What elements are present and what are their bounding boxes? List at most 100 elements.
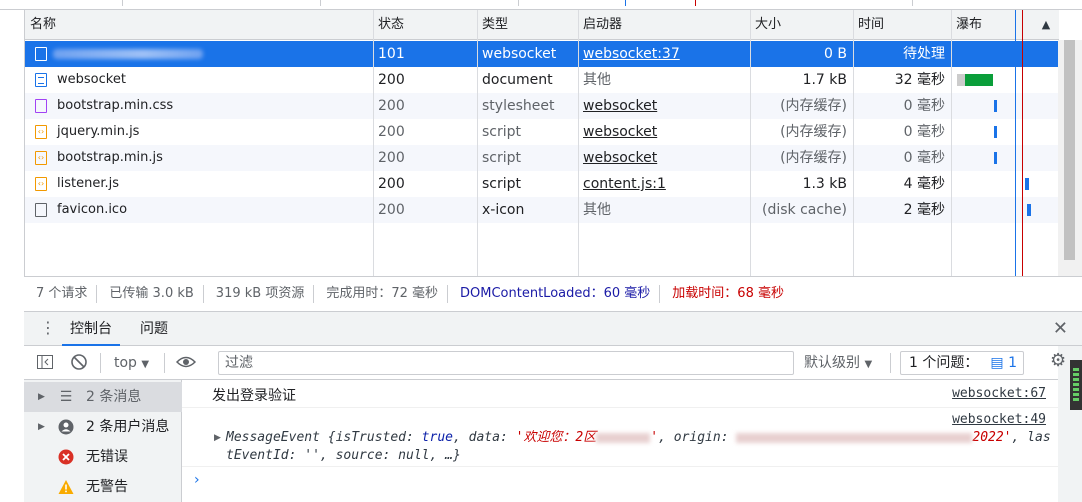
- row-initiator: 其他: [583, 202, 611, 218]
- context-select[interactable]: top ▼: [114, 353, 149, 373]
- row-time: 待处理: [903, 46, 945, 62]
- column-header-type[interactable]: 类型: [477, 10, 578, 40]
- filter-input[interactable]: 过滤: [218, 351, 794, 375]
- object-prefix: MessageEvent {isTrusted:: [226, 430, 422, 445]
- load-marker: [1022, 10, 1023, 276]
- console-messages: 发出登录验证 websocket:67 websocket:49 ▶ Messa…: [182, 380, 1058, 502]
- dom-content-loaded-time: DOMContentLoaded：60 毫秒: [448, 284, 661, 303]
- network-summary-bar: 7 个请求 已传输 3.0 kB 319 kB 项资源 完成用时：72 毫秒 DOMCo…: [24, 276, 1082, 312]
- log-levels-dropdown[interactable]: 默认级别 ▼: [804, 353, 872, 373]
- expand-arrow-icon: ▶: [38, 422, 45, 432]
- expand-arrow-icon: ▶: [38, 392, 45, 402]
- data-key: , data:: [452, 430, 516, 445]
- sidebar-item-label: 2 条用户消息: [86, 419, 170, 435]
- script-icon: ‹›: [35, 125, 47, 139]
- script-icon: ‹›: [35, 177, 47, 191]
- sidebar-item-label: 2 条消息: [86, 389, 142, 405]
- row-initiator-link[interactable]: websocket: [578, 119, 750, 145]
- sidebar-item-messages[interactable]: ▶ ☰ 2 条消息: [24, 382, 182, 412]
- list-icon: ☰: [59, 389, 73, 405]
- waterfall-bar: [994, 126, 997, 138]
- console-prompt-icon[interactable]: ›: [194, 472, 200, 488]
- document-icon: [35, 73, 47, 87]
- sidebar-item-warnings[interactable]: 无警告: [24, 472, 182, 502]
- table-row[interactable]: bootstrap.min.css 200 stylesheet websock…: [25, 93, 1059, 119]
- row-type: script: [482, 176, 522, 192]
- redacted-name: [53, 49, 203, 59]
- waterfall-bar: [965, 74, 993, 86]
- issues-button[interactable]: 1 个问题： ▤ 1: [900, 351, 1024, 375]
- dom-content-loaded-marker: [1015, 10, 1016, 276]
- data-value-end: ': [650, 430, 659, 445]
- close-icon[interactable]: ✕: [1053, 318, 1068, 339]
- file-icon: [35, 203, 47, 217]
- row-type: stylesheet: [482, 98, 555, 114]
- table-row[interactable]: 101 websocket websocket:37 0 B 待处理: [25, 41, 1059, 67]
- user-icon: [58, 419, 74, 435]
- column-header-status[interactable]: 状态: [373, 10, 477, 40]
- sort-ascending-icon[interactable]: ▲: [1033, 10, 1059, 40]
- chevron-down-icon: ▼: [864, 359, 873, 370]
- row-size: (内存缓存): [780, 150, 847, 166]
- waterfall-bar: [1027, 204, 1031, 216]
- row-status: 200: [378, 150, 405, 166]
- column-header-time[interactable]: 时间: [853, 10, 951, 40]
- table-row[interactable]: ‹› bootstrap.min.js 200 script websocket…: [25, 145, 1059, 171]
- sidebar-toggle-icon[interactable]: [36, 353, 54, 373]
- row-time: 32 毫秒: [894, 72, 945, 88]
- row-time: 0 毫秒: [903, 98, 945, 114]
- tab-issues[interactable]: 问题: [132, 312, 176, 346]
- console-message[interactable]: websocket:49 ▶ MessageEvent {isTrusted: …: [182, 409, 1058, 467]
- drawer-tabbar: ⋮ 控制台 问题 ✕: [24, 312, 1082, 346]
- network-overview-strip: [0, 0, 1082, 10]
- message-source-link[interactable]: websocket:49: [952, 412, 1046, 427]
- sidebar-item-errors[interactable]: 无错误: [24, 442, 182, 472]
- column-header-initiator[interactable]: 启动器: [578, 10, 750, 40]
- tab-console[interactable]: 控制台: [62, 312, 120, 346]
- issues-badge: ▤ 1: [990, 352, 1017, 374]
- redacted-origin: [736, 432, 973, 443]
- console-sidebar: ▶ ☰ 2 条消息 ▶ 2 条用户消息 无错误 无警告: [24, 380, 182, 502]
- row-size: (内存缓存): [780, 124, 847, 140]
- row-name: bootstrap.min.js: [57, 150, 163, 165]
- message-event-object[interactable]: MessageEvent {isTrusted: true, data: '欢迎…: [226, 429, 1052, 465]
- log-levels-label: 默认级别: [804, 355, 860, 371]
- request-count: 7 个请求: [24, 284, 98, 303]
- table-row[interactable]: ‹› listener.js 200 script content.js:1 1…: [25, 171, 1059, 197]
- row-status: 200: [378, 176, 405, 192]
- row-time: 4 毫秒: [903, 176, 945, 192]
- expand-arrow-icon[interactable]: ▶: [214, 433, 221, 443]
- error-icon: [58, 449, 74, 465]
- transferred-size: 已传输 3.0 kB: [97, 284, 204, 303]
- sidebar-item-user-messages[interactable]: ▶ 2 条用户消息: [24, 412, 182, 442]
- table-scrollbar[interactable]: [1058, 40, 1082, 276]
- clear-console-icon[interactable]: [70, 353, 88, 373]
- waterfall-bar: [1025, 178, 1029, 190]
- row-time: 2 毫秒: [903, 202, 945, 218]
- row-initiator-link[interactable]: content.js:1: [578, 171, 750, 197]
- row-initiator-link[interactable]: websocket: [578, 145, 750, 171]
- live-expression-eye-icon[interactable]: [175, 353, 197, 373]
- origin-key: , origin:: [658, 430, 737, 445]
- network-request-table: 名称 状态 类型 启动器 大小 时间 瀑布 ▲ 101 websocket we…: [24, 10, 1059, 276]
- chat-bubble-icon: ▤: [990, 355, 1004, 371]
- table-row[interactable]: favicon.ico 200 x-icon 其他 (disk cache) 2…: [25, 197, 1059, 223]
- gear-icon[interactable]: ⚙: [1050, 350, 1066, 371]
- row-size: (disk cache): [761, 202, 847, 218]
- script-icon: ‹›: [35, 151, 47, 165]
- row-size: 1.7 kB: [802, 72, 847, 88]
- column-header-name[interactable]: 名称: [25, 10, 373, 40]
- waterfall-bar: [994, 100, 997, 112]
- row-initiator-link[interactable]: websocket:37: [578, 41, 750, 67]
- row-initiator-link[interactable]: websocket: [578, 93, 750, 119]
- table-row[interactable]: websocket 200 document 其他 1.7 kB 32 毫秒: [25, 67, 1059, 93]
- more-options-icon[interactable]: ⋮: [40, 320, 56, 336]
- origin-value-end: 2022': [972, 430, 1012, 445]
- stylesheet-icon: [35, 99, 47, 113]
- row-time: 0 毫秒: [903, 124, 945, 140]
- message-source-link[interactable]: websocket:67: [952, 386, 1046, 401]
- row-name: favicon.ico: [57, 202, 128, 217]
- console-message: 发出登录验证 websocket:67: [182, 380, 1058, 408]
- column-header-size[interactable]: 大小: [750, 10, 853, 40]
- table-row[interactable]: ‹› jquery.min.js 200 script websocket (内…: [25, 119, 1059, 145]
